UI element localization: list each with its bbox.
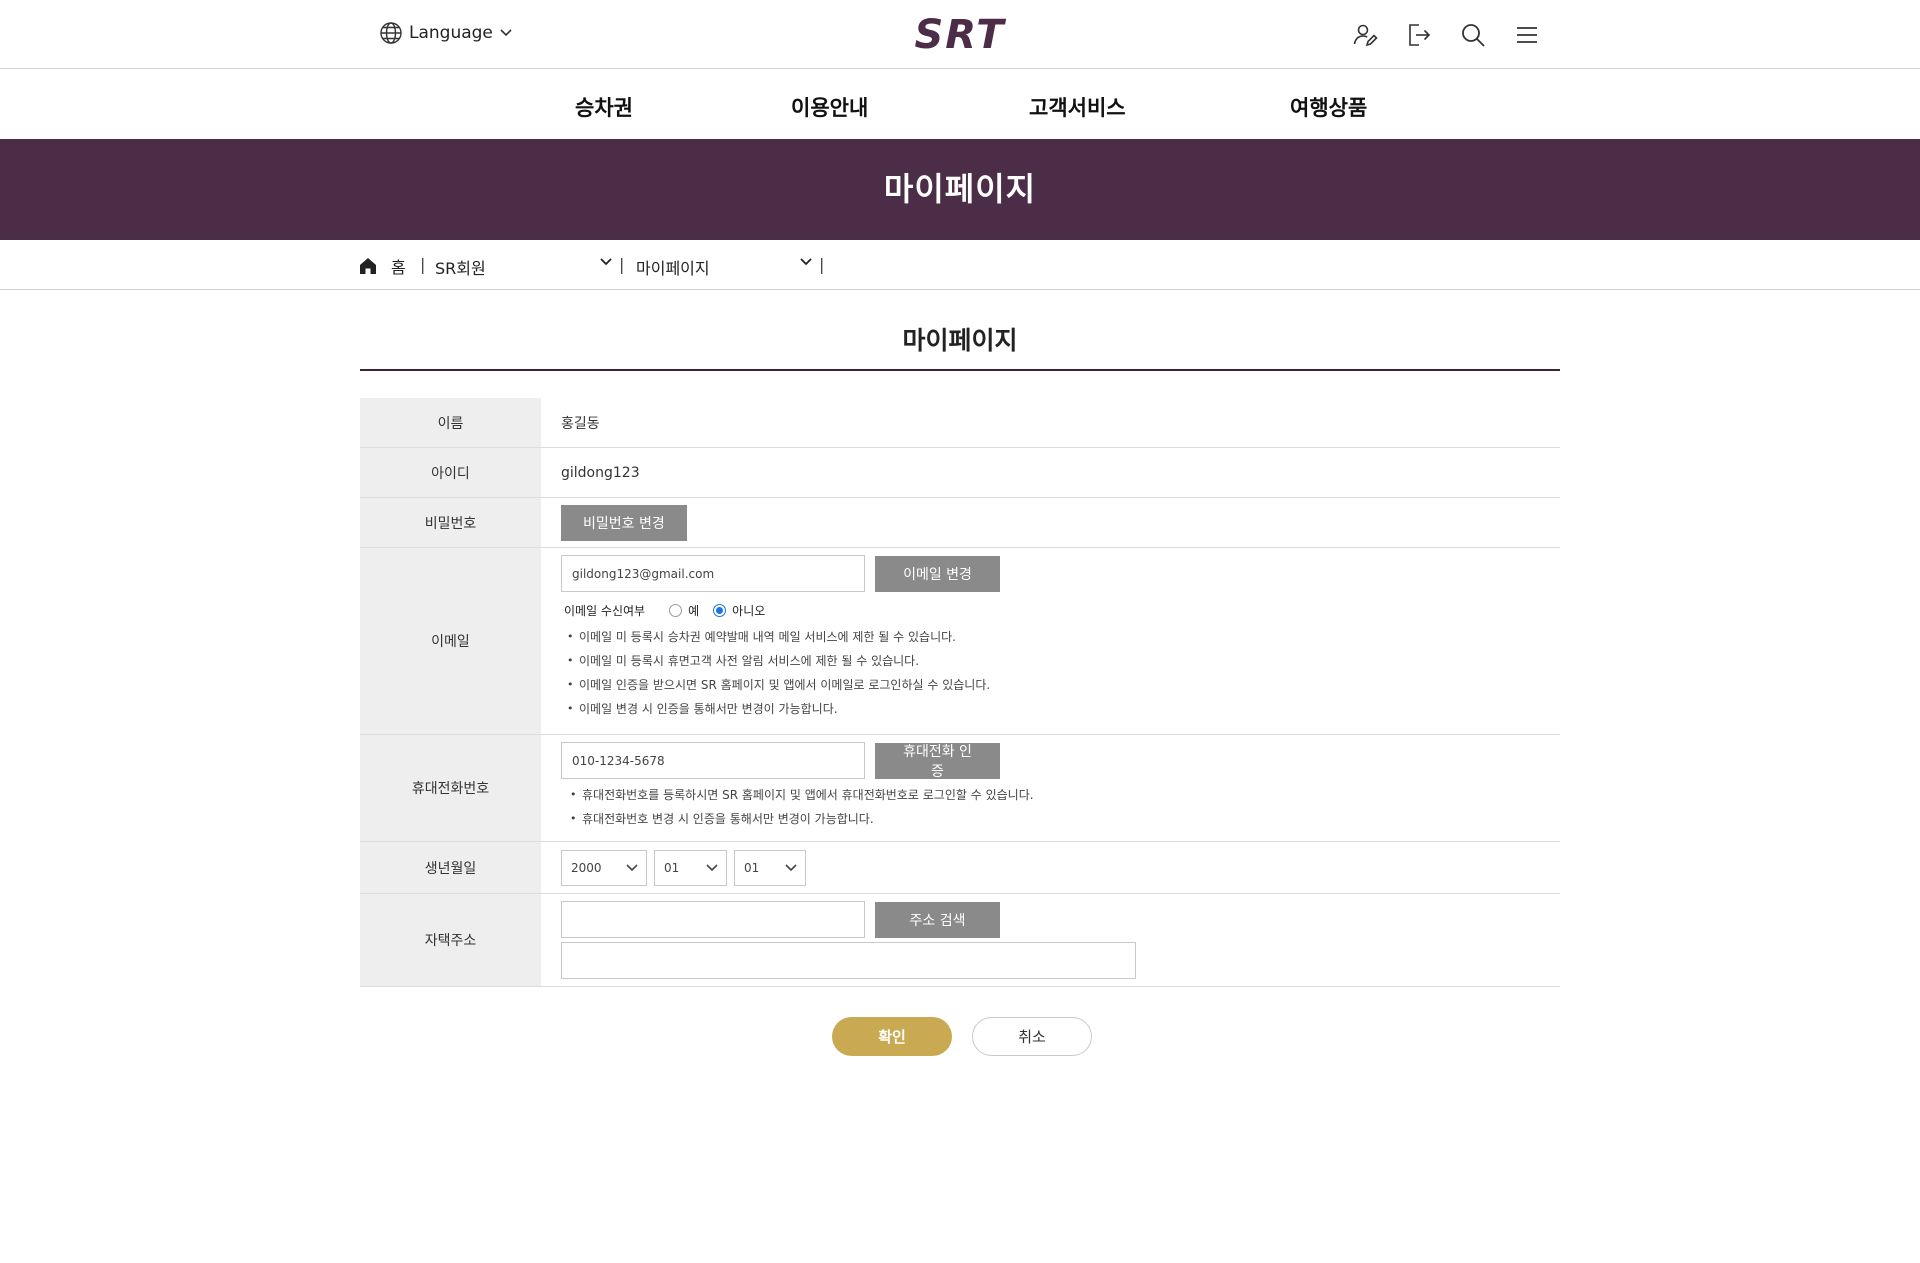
- email-label: 이메일: [360, 548, 541, 734]
- gnb-tickets[interactable]: 승차권: [575, 92, 633, 122]
- srt-logo[interactable]: SRT: [892, 12, 1028, 56]
- globe-icon: [380, 22, 402, 44]
- password-label: 비밀번호: [360, 498, 541, 547]
- chevron-down-icon: [626, 863, 638, 871]
- zipcode-field[interactable]: [561, 901, 865, 938]
- name-value: 홍길동: [561, 415, 600, 432]
- chevron-down-icon[interactable]: [599, 257, 613, 267]
- main-navigation: 승차권 이용안내 고객서비스 여행상품: [0, 69, 1920, 139]
- phone-verify-button[interactable]: 휴대전화 인증: [875, 742, 1000, 780]
- email-consent-yes-label: 예: [688, 604, 700, 618]
- phone-note: 휴대전화번호를 등록하시면 SR 홈페이지 및 앱에서 휴대전화번호로 로그인할…: [570, 783, 1560, 807]
- email-consent-no-label: 아니오: [732, 604, 766, 618]
- email-note: 이메일 미 등록시 휴면고객 사전 알림 서비스에 제한 될 수 있습니다.: [567, 649, 1560, 673]
- address-detail-field[interactable]: [561, 942, 1136, 979]
- top-header: Language SRT: [0, 0, 1920, 69]
- confirm-button[interactable]: 확인: [832, 1017, 952, 1056]
- email-field[interactable]: gildong123@gmail.com: [561, 555, 865, 592]
- id-label: 아이디: [360, 448, 541, 497]
- gnb-guide[interactable]: 이용안내: [791, 92, 868, 122]
- email-consent-label: 이메일 수신여부: [564, 604, 646, 618]
- logout-icon[interactable]: [1406, 22, 1432, 48]
- breadcrumb-home[interactable]: 홈: [359, 254, 406, 278]
- banner-title: 마이페이지: [883, 170, 1037, 208]
- email-note: 이메일 미 등록시 승차권 예약발매 내역 메일 서비스에 제한 될 수 있습니…: [567, 625, 1560, 649]
- birth-month-select[interactable]: 01: [654, 849, 727, 886]
- page-title: 마이페이지: [360, 290, 1560, 371]
- breadcrumb-separator: |: [420, 255, 426, 274]
- chevron-down-icon[interactable]: [799, 257, 813, 267]
- birth-year-select[interactable]: 2000: [561, 849, 647, 886]
- home-icon: [360, 258, 376, 274]
- user-edit-icon[interactable]: [1352, 22, 1378, 48]
- chevron-down-icon: [706, 863, 718, 871]
- birth-year-value: 2000: [571, 860, 602, 875]
- phone-notes: 휴대전화번호를 등록하시면 SR 홈페이지 및 앱에서 휴대전화번호로 로그인할…: [561, 783, 1560, 831]
- chevron-down-icon: [500, 29, 512, 37]
- address-search-button[interactable]: 주소 검색: [875, 901, 1000, 938]
- member-info-form: 이름 홍길동 아이디 gildong123 비밀번호 비밀번호 변경 이메일 g…: [360, 398, 1560, 987]
- phone-label: 휴대전화번호: [360, 735, 541, 841]
- content-area: 마이페이지 이름 홍길동 아이디 gildong123 비밀번호 비밀번호 변경…: [360, 290, 1560, 1056]
- form-row-phone: 휴대전화번호 010-1234-5678 휴대전화 인증 휴대전화번호를 등록하…: [360, 735, 1560, 842]
- phone-note: 휴대전화번호 변경 시 인증을 통해서만 변경이 가능합니다.: [570, 807, 1560, 831]
- breadcrumb-level1[interactable]: SR회원: [435, 255, 486, 279]
- change-password-button[interactable]: 비밀번호 변경: [561, 504, 687, 541]
- phone-field[interactable]: 010-1234-5678: [561, 742, 865, 779]
- form-actions: 확인 취소: [360, 1017, 1560, 1056]
- name-label: 이름: [360, 398, 541, 447]
- menu-icon[interactable]: [1514, 22, 1540, 48]
- change-email-button[interactable]: 이메일 변경: [875, 555, 1000, 592]
- form-row-email: 이메일 gildong123@gmail.com 이메일 변경 이메일 수신여부…: [360, 548, 1560, 735]
- page-banner: 마이페이지: [0, 139, 1920, 240]
- language-selector[interactable]: Language: [379, 21, 513, 45]
- birth-month-value: 01: [664, 860, 680, 875]
- birth-label: 생년월일: [360, 842, 541, 893]
- email-note: 이메일 인증을 받으시면 SR 홈페이지 및 앱에서 이메일로 로그인하실 수 …: [567, 673, 1560, 697]
- gnb-travel-products[interactable]: 여행상품: [1290, 92, 1367, 122]
- email-notes: 이메일 미 등록시 승차권 예약발매 내역 메일 서비스에 제한 될 수 있습니…: [561, 625, 1560, 721]
- breadcrumb-separator: |: [619, 255, 625, 274]
- cancel-button[interactable]: 취소: [972, 1017, 1092, 1056]
- breadcrumb-home-label: 홈: [391, 258, 406, 277]
- birth-day-select[interactable]: 01: [734, 849, 806, 886]
- birth-day-value: 01: [744, 860, 760, 875]
- search-icon[interactable]: [1460, 22, 1486, 48]
- logo-text: SRT: [914, 12, 1006, 56]
- id-value: gildong123: [561, 464, 640, 481]
- breadcrumb-separator: |: [819, 255, 825, 274]
- email-note: 이메일 변경 시 인증을 통해서만 변경이 가능합니다.: [567, 697, 1560, 721]
- breadcrumb: 홈 | SR회원 | 마이페이지 |: [0, 240, 1920, 290]
- email-consent-no-radio[interactable]: [713, 604, 727, 617]
- email-consent-group: 이메일 수신여부 예 아니오: [564, 602, 1560, 619]
- breadcrumb-level2[interactable]: 마이페이지: [636, 255, 710, 279]
- form-row-id: 아이디 gildong123: [360, 448, 1560, 498]
- email-consent-yes-radio[interactable]: [669, 604, 683, 617]
- chevron-down-icon: [785, 863, 797, 871]
- language-label: Language: [409, 23, 493, 43]
- form-row-address: 자택주소 주소 검색: [360, 894, 1560, 987]
- form-row-name: 이름 홍길동: [360, 398, 1560, 448]
- gnb-customer-service[interactable]: 고객서비스: [1029, 92, 1126, 122]
- top-icons: [1352, 22, 1540, 48]
- form-row-birth: 생년월일 2000 01 01: [360, 842, 1560, 894]
- form-row-password: 비밀번호 비밀번호 변경: [360, 498, 1560, 548]
- address-label: 자택주소: [360, 894, 541, 986]
